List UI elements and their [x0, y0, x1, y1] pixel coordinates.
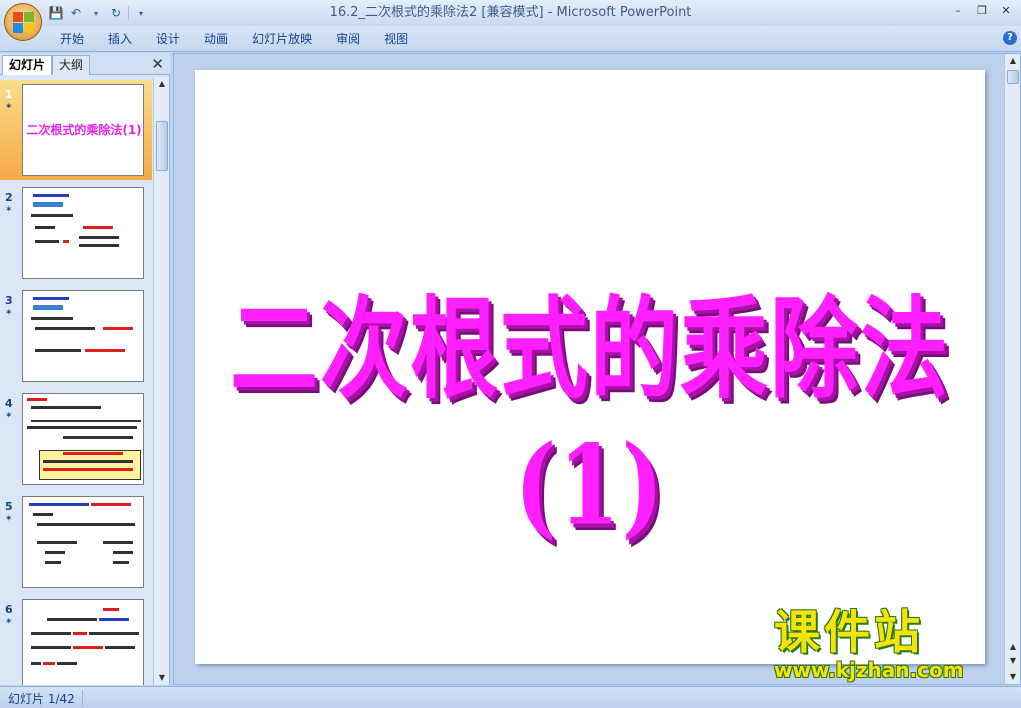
- animation-star-icon: ✶: [5, 308, 13, 318]
- undo-dropdown-icon[interactable]: ▾: [88, 5, 104, 21]
- animation-star-icon: ✶: [5, 102, 13, 112]
- scroll-down-icon[interactable]: ▼: [1005, 670, 1021, 684]
- help-icon[interactable]: ?: [1003, 31, 1017, 45]
- status-bar: 幻灯片 1/42: [0, 686, 1021, 708]
- tab-animations[interactable]: 动画: [192, 26, 240, 52]
- slide-number: 3: [5, 294, 13, 307]
- slide-canvas[interactable]: 二次根式的乘除法(1): [195, 70, 985, 664]
- slide-thumbnail-5[interactable]: 5 ✶: [0, 492, 152, 592]
- animation-star-icon: ✶: [5, 617, 13, 627]
- tab-view[interactable]: 视图: [372, 26, 420, 52]
- slide-indicator: 幻灯片 1/42: [8, 692, 75, 706]
- slides-panel: 幻灯片 大纲 ✕ 1 ✶ 二次根式的乘除法(1) 2 ✶ 3 ✶ 4 ✶ 5 ✶…: [0, 53, 170, 685]
- watermark-name: 课件站: [774, 605, 924, 659]
- slide-title[interactable]: 二次根式的乘除法(1): [195, 261, 985, 550]
- qat-separator: [128, 6, 129, 20]
- tab-insert[interactable]: 插入: [96, 26, 144, 52]
- animation-star-icon: ✶: [5, 205, 13, 215]
- scroll-up-icon[interactable]: ▲: [154, 77, 170, 91]
- scroll-up-icon[interactable]: ▲: [1005, 54, 1021, 68]
- slide-number: 5: [5, 500, 13, 513]
- thumbnail-image: [22, 187, 144, 279]
- previous-slide-icon[interactable]: ▲: [1005, 640, 1021, 654]
- close-icon[interactable]: ✕: [995, 3, 1017, 19]
- slide-number: 4: [5, 397, 13, 410]
- panel-tabs: 幻灯片 大纲 ✕: [0, 53, 170, 75]
- save-icon[interactable]: 💾: [48, 5, 64, 21]
- slide-editor: 二次根式的乘除法(1) ▲ ▲ ▼ ▼: [173, 53, 1021, 685]
- minimize-icon[interactable]: –: [947, 3, 969, 19]
- watermark-url: www.kjzhan.com: [774, 658, 964, 682]
- thumbnail-image: [22, 599, 144, 685]
- editor-scrollbar[interactable]: ▲ ▲ ▼ ▼: [1004, 54, 1020, 684]
- undo-icon[interactable]: ↶: [68, 5, 84, 21]
- slide-thumbnail-4[interactable]: 4 ✶: [0, 389, 152, 489]
- office-logo-icon: [13, 12, 34, 33]
- slide-thumbnail-3[interactable]: 3 ✶: [0, 286, 152, 386]
- customize-qat-icon[interactable]: ▾: [133, 5, 149, 21]
- status-separator: [82, 690, 83, 706]
- quick-access-toolbar: 💾 ↶ ▾ ↻ ▾: [48, 4, 149, 22]
- thumbnail-image: [22, 496, 144, 588]
- next-slide-icon[interactable]: ▼: [1005, 654, 1021, 668]
- slide-number: 1: [5, 88, 13, 101]
- slide-thumbnail-list: 1 ✶ 二次根式的乘除法(1) 2 ✶ 3 ✶ 4 ✶ 5 ✶ 6 ✶: [0, 77, 152, 685]
- animation-star-icon: ✶: [5, 514, 13, 524]
- title-bar: 16.2_二次根式的乘除法2 [兼容模式] - Microsoft PowerP…: [0, 0, 1021, 26]
- tab-review[interactable]: 审阅: [324, 26, 372, 52]
- ribbon-tabs: 开始 插入 设计 动画 幻灯片放映 审阅 视图: [48, 26, 420, 52]
- slide-number: 6: [5, 603, 13, 616]
- scroll-thumb[interactable]: [156, 121, 168, 171]
- tab-slides[interactable]: 幻灯片: [2, 55, 53, 75]
- scroll-thumb[interactable]: [1007, 70, 1019, 84]
- animation-star-icon: ✶: [5, 411, 13, 421]
- window-title: 16.2_二次根式的乘除法2 [兼容模式] - Microsoft PowerP…: [329, 5, 692, 20]
- slide-thumbnail-6[interactable]: 6 ✶: [0, 595, 152, 685]
- restore-icon[interactable]: ❐: [971, 3, 993, 19]
- office-button[interactable]: [4, 3, 42, 41]
- tab-design[interactable]: 设计: [144, 26, 192, 52]
- window-controls: – ❐ ✕: [947, 3, 1017, 19]
- tab-outline[interactable]: 大纲: [52, 55, 91, 75]
- slide-thumbnail-2[interactable]: 2 ✶: [0, 183, 152, 283]
- slide-number: 2: [5, 191, 13, 204]
- watermark-logo: 课件站 www.kjzhan.com: [770, 606, 1002, 688]
- panel-close-icon[interactable]: ✕: [151, 55, 164, 73]
- thumbnail-image: [22, 290, 144, 382]
- scroll-down-icon[interactable]: ▼: [154, 671, 170, 685]
- redo-icon[interactable]: ↻: [108, 5, 124, 21]
- thumbnail-scrollbar[interactable]: ▲ ▼: [153, 77, 169, 685]
- thumbnail-image: 二次根式的乘除法(1): [22, 84, 144, 176]
- slide-thumbnail-1[interactable]: 1 ✶ 二次根式的乘除法(1): [0, 80, 152, 180]
- tab-slideshow[interactable]: 幻灯片放映: [240, 26, 324, 52]
- thumbnail-title: 二次根式的乘除法(1): [26, 123, 142, 137]
- tab-home[interactable]: 开始: [48, 26, 96, 52]
- thumbnail-image: [22, 393, 144, 485]
- ribbon: 开始 插入 设计 动画 幻灯片放映 审阅 视图 ?: [0, 26, 1021, 52]
